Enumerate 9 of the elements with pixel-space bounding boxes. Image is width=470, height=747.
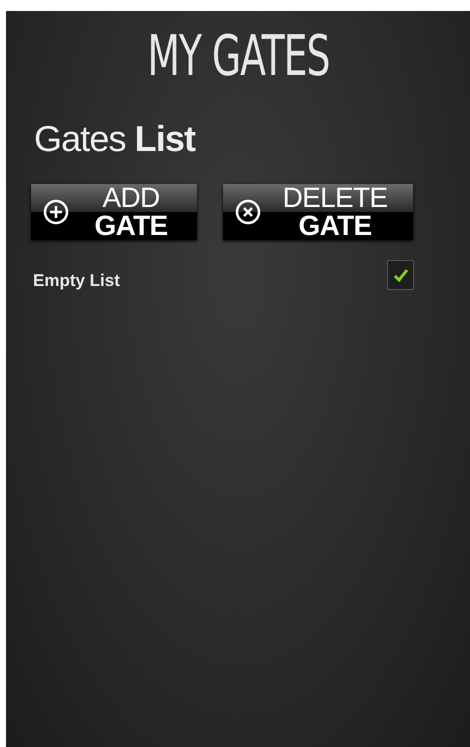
check-icon (392, 268, 408, 282)
checkbox[interactable] (387, 260, 414, 290)
add-button[interactable]: ADD GATE (31, 184, 197, 240)
delete-button[interactable]: DELETE GATE (223, 184, 413, 240)
plus-circle-icon (43, 199, 69, 225)
page-title: MY GATES (146, 29, 330, 85)
list-item-label: Empty List (33, 270, 120, 292)
x-circle-icon (235, 199, 261, 225)
section-heading: Gates List (34, 118, 196, 159)
